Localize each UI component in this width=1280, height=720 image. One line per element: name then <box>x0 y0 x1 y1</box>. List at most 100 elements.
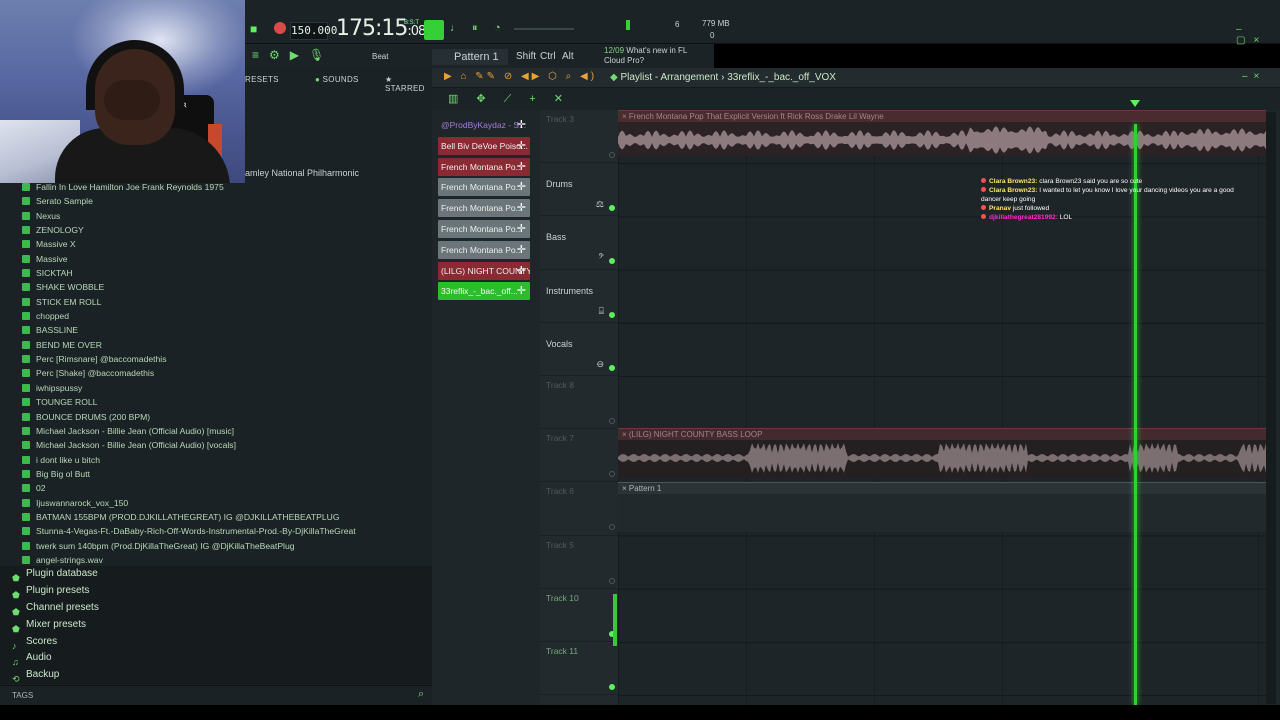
browser-item-partial[interactable]: amley National Philharmonic <box>245 168 359 178</box>
view-icons[interactable]: ≡⚙▶🎙 <box>252 48 334 62</box>
browser-item[interactable]: Perc [Rimsnare] @baccomadethis <box>0 352 432 366</box>
picker-item[interactable]: French Montana Po... ✛ <box>438 240 530 259</box>
browser-item[interactable]: twerk sum 140bpm (Prod.DjKillaTheGreat) … <box>0 539 432 553</box>
tempo-display[interactable]: 150.000 <box>290 22 337 40</box>
browser-item[interactable]: BATMAN 155BPM (PROD.DJKILLATHEGREAT) IG … <box>0 510 432 524</box>
playlist-window-controls[interactable]: –× <box>1242 71 1265 82</box>
browser-item[interactable]: TOUNGE ROLL <box>0 395 432 409</box>
tab-presets[interactable]: RESETS <box>245 75 279 84</box>
browser-item[interactable]: Nexus <box>0 209 432 223</box>
browser-item[interactable]: Perc [Shake] @baccomadethis <box>0 366 432 380</box>
track-header[interactable]: Drums ⚖ <box>540 163 618 217</box>
track-mute-led[interactable] <box>609 205 615 212</box>
browser-item[interactable]: STICK EM ROLL <box>0 295 432 309</box>
track-header[interactable]: Track 5 <box>540 536 618 589</box>
news-panel[interactable]: 12/09 What's new in FL Cloud Pro? <box>604 46 704 66</box>
shift-key-label[interactable]: Shift <box>516 51 536 62</box>
picker-item[interactable]: @ProdByKaydaz - S... ✛ <box>438 116 530 134</box>
browser-item[interactable]: SICKTAH <box>0 266 432 280</box>
tab-sounds[interactable]: ● SOUNDS <box>315 75 359 84</box>
snap-label[interactable]: Beat <box>372 52 388 61</box>
audio-clip-lilg[interactable]: × (LILG) NIGHT COUNTY BASS LOOP <box>618 428 1266 478</box>
audio-clip-french-montana[interactable]: × French Montana Pop That Explicit Versi… <box>618 110 1266 156</box>
track-header[interactable]: Track 8 <box>540 376 618 430</box>
browser-item[interactable]: BASSLINE <box>0 323 432 337</box>
drag-icon: ✛ <box>516 243 526 256</box>
pattern-clip[interactable]: × Pattern 1 <box>618 482 1266 532</box>
chat-badge-icon <box>981 178 986 183</box>
browser-folder[interactable]: ⬟ Plugin database <box>0 566 432 583</box>
browser-item[interactable]: Stunna-4-Vegas-Ft.-DaBaby-Rich-Off-Words… <box>0 524 432 538</box>
track-header[interactable]: Track 7 <box>540 429 618 483</box>
track-mute-led[interactable] <box>609 258 615 265</box>
song-position-marker[interactable] <box>1130 100 1140 107</box>
track-mute-led[interactable] <box>609 152 615 158</box>
picker-item[interactable]: Bell Biv DeVoe Poiso... ✛ <box>438 136 530 155</box>
browser-item[interactable]: Michael Jackson - Billie Jean (Official … <box>0 438 432 452</box>
browser-item[interactable]: i dont like u bitch <box>0 453 432 467</box>
browser-item[interactable]: Massive X <box>0 237 432 251</box>
track-header[interactable]: Track 10 <box>540 589 618 642</box>
alt-key-label[interactable]: Alt <box>562 51 574 62</box>
browser-item[interactable]: BOUNCE DRUMS (200 BPM) <box>0 410 432 424</box>
browser-folder[interactable]: ♫ Audio <box>0 650 432 667</box>
browser-folder[interactable]: ♪ Scores <box>0 634 432 651</box>
browser-item[interactable]: Massive <box>0 252 432 266</box>
browser-item[interactable]: iwhipspussy <box>0 381 432 395</box>
master-volume-slider[interactable] <box>514 28 574 30</box>
browser-item[interactable]: Serato Sample <box>0 194 432 208</box>
track-mute-led[interactable] <box>609 524 615 531</box>
browser-item[interactable]: ZENOLOGY <box>0 223 432 237</box>
track-mute-led[interactable] <box>609 364 615 371</box>
track-header[interactable]: Vocals ⊖ <box>540 323 618 376</box>
track-mute-led[interactable] <box>609 311 615 318</box>
pattern-icon <box>22 527 30 536</box>
browser-item[interactable]: Michael Jackson - Billie Jean (Official … <box>0 424 432 438</box>
picker-item[interactable]: French Montana Po... ✛ <box>438 199 530 218</box>
track-mute-led[interactable] <box>609 418 615 424</box>
track-headers: Track 3 Drums ⚖ Bass 𝄢 Instruments ⌸ Vocals ⊖ Tra… <box>540 110 618 705</box>
wait-input-icon[interactable]: ⏸ <box>472 22 478 35</box>
playlist-mode-icons[interactable]: ▥✥⟋+✕ <box>448 92 581 106</box>
browser-folder[interactable]: ⬟ Channel presets <box>0 600 432 617</box>
track-mute-led[interactable] <box>609 471 615 478</box>
browser-item[interactable]: 02 <box>0 481 432 495</box>
playlist-scrollbar[interactable] <box>1266 112 1276 704</box>
browser-folder[interactable]: ⬟ Plugin presets <box>0 583 432 600</box>
picker-item[interactable]: French Montana Po... ✛ <box>438 178 530 197</box>
browser-folder[interactable]: ⟲ Backup <box>0 667 432 684</box>
track-header[interactable]: Track 11 <box>540 642 618 696</box>
browser-folder[interactable]: ⬟ Mixer presets <box>0 617 432 634</box>
ctrl-key-label[interactable]: Ctrl <box>540 51 556 62</box>
browser-item[interactable]: Ijuswannarock_vox_150 <box>0 496 432 510</box>
waveform-path <box>618 443 1266 473</box>
track-header[interactable]: Track 6 <box>540 482 618 536</box>
tab-starred[interactable]: ★ STARRED <box>385 75 432 93</box>
browser-item[interactable]: chopped <box>0 309 432 323</box>
browser-item[interactable]: BEND ME OVER <box>0 338 432 352</box>
folder-label: Mixer presets <box>26 618 87 630</box>
chat-message: dancer keep going <box>981 196 1271 205</box>
track-header[interactable]: Track 3 <box>540 110 618 164</box>
play-button[interactable]: ■ <box>250 22 262 36</box>
countdown-icon[interactable]: ◔ <box>494 22 501 34</box>
search-icon[interactable]: ⌕ <box>418 688 424 701</box>
window-controls[interactable]: –▢× <box>1236 24 1280 46</box>
pattern-selector[interactable]: Pattern 1 <box>432 49 508 65</box>
picker-item[interactable]: French Montana Po... ✛ <box>438 157 530 176</box>
track-mute-led[interactable] <box>609 684 615 690</box>
playlist-tools[interactable]: ▶ ⌂ ✎✎ ⊘ ◀▶ ⬡ ⌕ ◀) <box>444 71 597 82</box>
metronome-icon[interactable]: ♩ <box>450 22 461 34</box>
picker-item[interactable]: 33reflix_-_bac._off... ✛ <box>438 282 530 301</box>
track-header[interactable]: Instruments ⌸ <box>540 270 618 323</box>
browser-item[interactable]: SHAKE WOBBLE <box>0 280 432 294</box>
track-mute-led[interactable] <box>609 577 615 584</box>
browser-item[interactable]: Big Big ol Butt <box>0 467 432 481</box>
record-button[interactable] <box>274 22 286 34</box>
pattern-mode-button[interactable] <box>424 20 444 40</box>
picker-item[interactable]: (LILG) NIGHT COUNTY... ✛ <box>438 261 530 280</box>
track-header[interactable]: Bass 𝄢 <box>540 216 618 270</box>
browser-item-label: Massive <box>36 253 68 264</box>
browser-item-label: Serato Sample <box>36 196 93 207</box>
picker-item[interactable]: French Montana Po... ✛ <box>438 219 530 238</box>
